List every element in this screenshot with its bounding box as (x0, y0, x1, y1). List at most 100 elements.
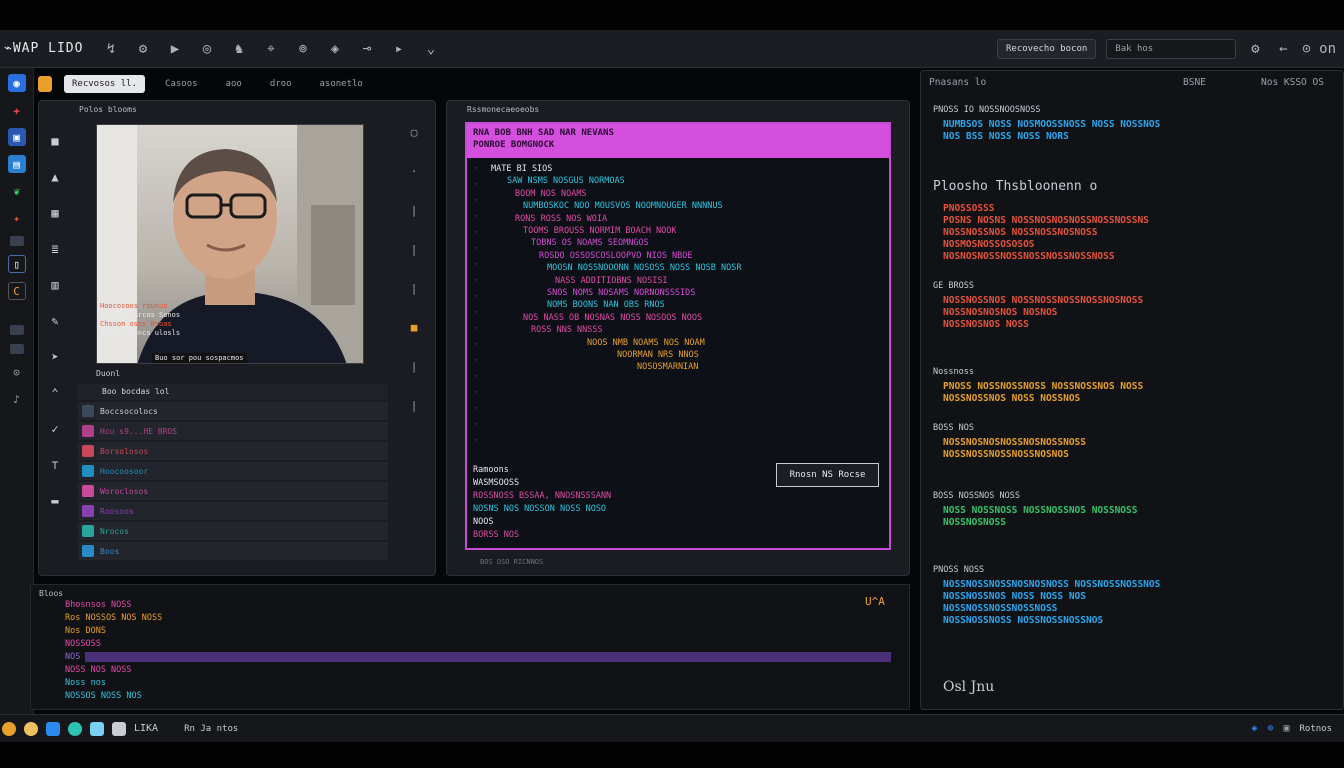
tool-icon[interactable]: ▸ (390, 41, 408, 57)
chart-icon[interactable]: ▥ (51, 278, 58, 292)
cursor-icon[interactable]: ➤ (51, 350, 58, 364)
caption-line: Snmsos Boncs ulosls (100, 329, 181, 337)
app-icon[interactable] (2, 721, 16, 736)
tool-icon[interactable]: ↯ (102, 41, 120, 57)
taskbar-item[interactable]: LIKA (134, 723, 158, 734)
code-line: NOSOSMARNIAN (637, 362, 699, 373)
app-icon[interactable] (112, 721, 126, 736)
list-item[interactable]: Borsolosos (78, 442, 388, 460)
chat-icon[interactable]: ▬ (51, 494, 58, 508)
tab-droo[interactable]: droo (262, 75, 300, 93)
bar-icon[interactable]: | (411, 282, 418, 295)
list-item[interactable]: Woroclosos (78, 482, 388, 500)
photo-caption: Hoocosoos rounuo Gnoosne Rrcos Sonos Chs… (100, 302, 180, 338)
gutter-marker: · (473, 356, 479, 366)
tool-icon[interactable]: ◈ (326, 41, 344, 57)
tool-icon[interactable]: ⌖ (262, 41, 280, 57)
code-line: SNOS NOMS NOSAMS NORNONSSSIDS (547, 288, 696, 298)
bar-icon[interactable]: | (411, 243, 418, 256)
target-icon[interactable]: ⊙ (8, 363, 26, 381)
tray-icon[interactable]: ◈ (1251, 723, 1257, 734)
section-line: NOSSNOSNOSNOS NOSNOS (943, 307, 1058, 318)
tab-aoo[interactable]: aoo (218, 75, 250, 93)
tab-casoos[interactable]: Casoos (157, 75, 206, 93)
bar-icon[interactable]: | (411, 204, 418, 217)
media-panel-title: Polos blooms (79, 105, 137, 114)
tab-asonetlo[interactable]: asonetlo (312, 75, 371, 93)
check-icon[interactable]: ✓ (51, 422, 58, 436)
square-icon[interactable]: ■ (411, 321, 418, 334)
grid-icon[interactable]: ▦ (51, 206, 58, 220)
code-line: MOOSN NOSSNOOONN NOSOSS NOSS NOSB NOSR (547, 263, 742, 274)
color-swatch (82, 505, 94, 517)
editor-title: Rssmonecaeoeobs (467, 105, 540, 114)
tray: ◈ ⊚ ▣ Rotnos (1251, 723, 1344, 734)
stack-icon[interactable] (9, 344, 24, 354)
layers-icon[interactable]: ≣ (51, 242, 58, 256)
selection-highlight (85, 652, 891, 662)
code-icon[interactable]: C (7, 282, 26, 300)
output-footer: Osl Jnu (943, 679, 995, 695)
section-title: Ploosho Thsbloonenn o (933, 179, 1098, 194)
list-item[interactable]: Nrocos (78, 522, 388, 540)
tool-icon[interactable]: ⊚ (294, 41, 312, 57)
section-line: NOSSNOSSNOS NOSS NOSS NOS (943, 591, 1086, 602)
bar-icon[interactable]: | (411, 360, 418, 373)
list-item[interactable]: Hoocoosoor (78, 462, 388, 480)
taskbar-item[interactable]: Rn Ja ntos (184, 724, 238, 734)
power-toggle[interactable]: ⊙ on (1302, 41, 1336, 57)
box-icon[interactable] (9, 325, 24, 335)
window-icon[interactable]: ▤ (7, 155, 26, 173)
code-line: SAW NSMS NOSGUS NORMOAS (507, 176, 625, 187)
app-icon[interactable] (46, 721, 60, 736)
home-icon[interactable]: ◉ (7, 74, 26, 92)
section-line: NUMBSOS NOSS NOSMOOSSNOSS NOSS NOSSNOS (943, 119, 1161, 130)
section-line: PNOSSOSSS (943, 203, 995, 214)
app-icon[interactable] (24, 721, 38, 736)
tool-icon[interactable]: ♞ (230, 41, 248, 57)
leaf-icon[interactable]: ❦ (8, 182, 26, 200)
gutter-marker: · (473, 340, 479, 350)
settings-icon[interactable]: ⚙ (1246, 41, 1264, 57)
list-item[interactable]: Boos (78, 542, 388, 560)
code-footer-line: BORSS NOS (473, 530, 520, 540)
tray-icon[interactable]: ⊚ (1267, 723, 1273, 734)
section-line: NOSSNOSSNOSSNOSSNOSS (943, 603, 1058, 614)
pin-icon[interactable]: ✚ (8, 101, 26, 119)
chevron-icon[interactable]: ⌃ (51, 386, 58, 400)
recover-button[interactable]: Recovecho bocon (997, 38, 1097, 59)
tag-icon[interactable]: ⊤ (51, 458, 58, 472)
list-item[interactable]: Roosoos (78, 502, 388, 520)
popup-dialog[interactable]: Rnosn NS Rocse (776, 463, 879, 487)
dot-icon[interactable]: · (411, 165, 418, 178)
list-item[interactable]: Hcu s9...HE BROS (78, 422, 388, 440)
back-icon[interactable]: ← (1274, 41, 1292, 57)
app-icon[interactable] (68, 721, 82, 736)
gutter-marker: · (473, 164, 479, 174)
tool-icon[interactable]: ⊸ (358, 41, 376, 57)
output-panel: Pnasans lo BSNE Nos KSSO OS PNOSS IO NOS… (920, 70, 1344, 710)
app-icon[interactable] (90, 721, 104, 736)
list-item[interactable]: Boccsocolocs (78, 402, 388, 420)
files-icon[interactable]: ▣ (7, 128, 26, 146)
tab-recvosos[interactable]: Recvosos ll. (64, 75, 146, 93)
code-footer-line: NOSNS NOS NOSSON NOSS NOSO (473, 504, 607, 514)
flame-icon[interactable]: ✦ (8, 209, 26, 227)
tool-icon[interactable]: ▶ (166, 41, 184, 57)
tool-icon[interactable]: ⚙ (134, 41, 152, 57)
tool-icon[interactable]: ◎ (198, 41, 216, 57)
brush-icon[interactable]: ✎ (51, 314, 58, 328)
mic-icon[interactable]: ♪ (8, 390, 26, 408)
square-icon[interactable]: ■ (51, 134, 58, 148)
section-line: NOSSNOSNOSNOSSNOSNOSSNOSS (943, 437, 1086, 448)
book-icon[interactable]: ▯ (7, 255, 26, 273)
tray-label[interactable]: Rotnos (1299, 724, 1332, 734)
triangle-icon[interactable]: ▲ (51, 170, 58, 184)
search-input[interactable]: Bak hos (1106, 38, 1237, 59)
tray-icon[interactable]: ▣ (1283, 723, 1289, 734)
frame-icon[interactable]: ▢ (411, 126, 418, 139)
line-icon[interactable] (9, 236, 24, 246)
tool-icon[interactable]: ⌄ (422, 41, 440, 57)
bar-icon[interactable]: | (411, 399, 418, 412)
menubar: ⌁WAP LIDO ↯ ⚙ ▶ ◎ ♞ ⌖ ⊚ ◈ ⊸ ▸ ⌄ Recovecho bocon Ba… (0, 30, 1344, 68)
